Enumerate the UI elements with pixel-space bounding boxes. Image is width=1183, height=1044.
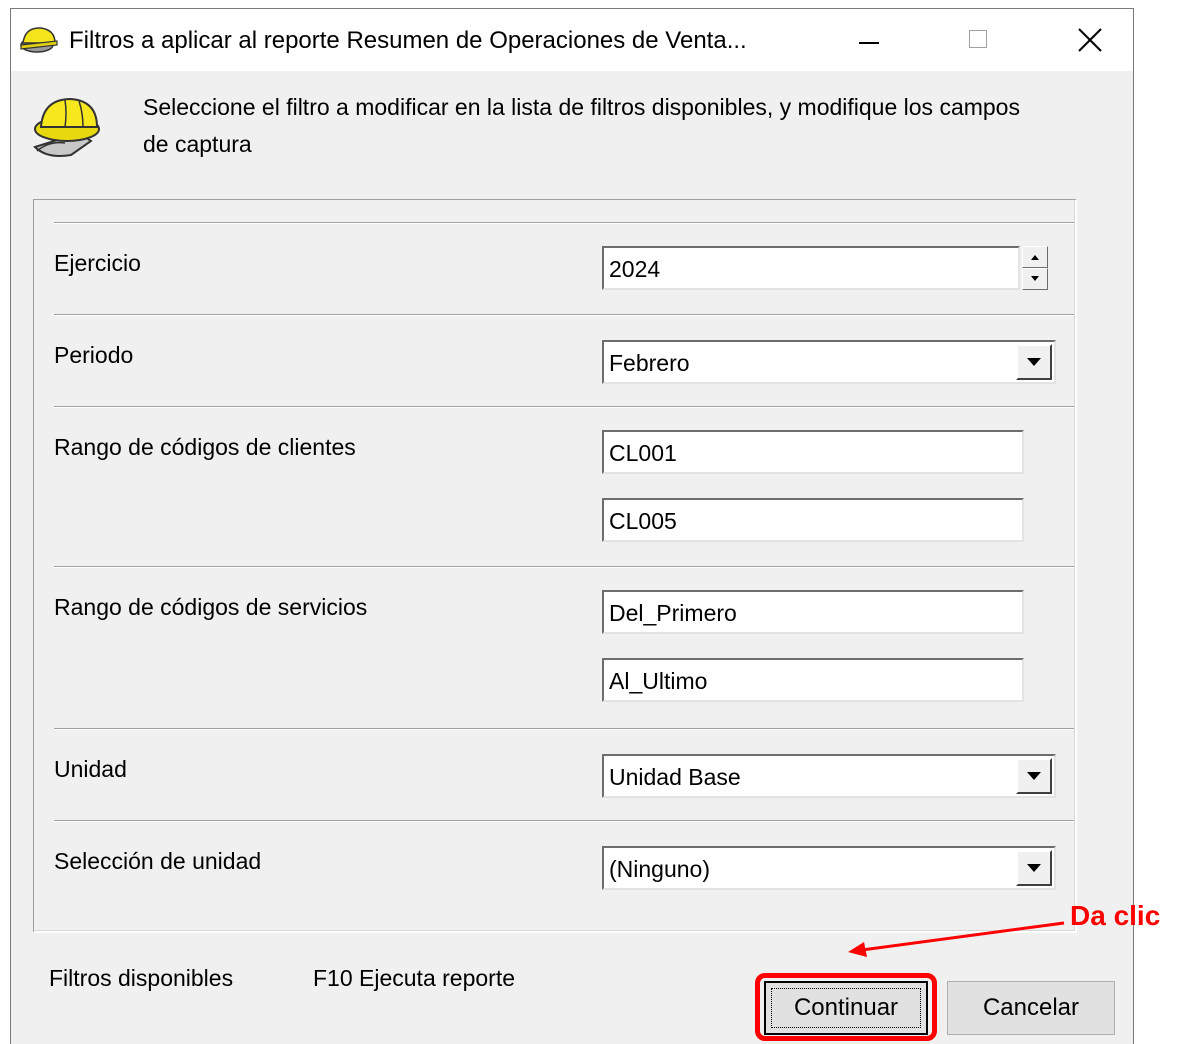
filtros-disponibles-text[interactable]: Filtros disponibles xyxy=(49,965,233,992)
unidad-value: Unidad Base xyxy=(609,764,741,790)
hardhat-icon xyxy=(33,97,100,157)
spin-down-button[interactable] xyxy=(1022,268,1048,290)
minimize-button[interactable] xyxy=(829,9,909,71)
instructions-text: Seleccione el filtro a modificar en la l… xyxy=(143,94,1020,157)
ejercicio-spinner[interactable] xyxy=(1022,246,1048,290)
chevron-down-icon xyxy=(1027,772,1041,780)
filters-panel: Ejercicio 2024 Periodo Febrero Rango de … xyxy=(33,199,1077,933)
separator xyxy=(54,314,1074,316)
servicios-to-field[interactable]: Al_Ultimo xyxy=(602,658,1024,702)
highlight-box xyxy=(755,973,937,1041)
ejercicio-label: Ejercicio xyxy=(54,250,141,276)
ejercicio-value: 2024 xyxy=(609,256,661,282)
servicios-to-value: Al_Ultimo xyxy=(609,668,708,694)
periodo-label: Periodo xyxy=(54,342,134,368)
f10-hint-text: F10 Ejecuta reporte xyxy=(313,965,516,991)
clientes-label: Rango de códigos de clientes xyxy=(54,434,356,460)
clientes-to-value: CL005 xyxy=(609,508,677,534)
servicios-from-value: Del_Primero xyxy=(609,600,737,626)
separator xyxy=(54,820,1074,822)
clientes-from-value: CL001 xyxy=(609,440,677,466)
separator xyxy=(54,566,1074,568)
chevron-down-icon xyxy=(1027,864,1041,872)
arrow-icon xyxy=(848,921,1065,957)
title-bar[interactable]: Filtros a aplicar al reporte Resumen de … xyxy=(11,9,1133,71)
clientes-from-field[interactable]: CL001 xyxy=(602,430,1024,474)
cancelar-button[interactable]: Cancelar xyxy=(947,981,1115,1035)
seleccion-unidad-dropdown-button[interactable] xyxy=(1016,850,1052,886)
chevron-down-icon xyxy=(1027,358,1041,366)
unidad-label: Unidad xyxy=(54,756,127,782)
close-icon xyxy=(1078,28,1102,52)
separator xyxy=(54,406,1074,408)
maximize-icon xyxy=(969,30,987,48)
maximize-button[interactable] xyxy=(939,9,1019,71)
periodo-value: Febrero xyxy=(609,350,690,376)
hardhat-icon xyxy=(20,27,58,53)
minimize-icon xyxy=(859,42,879,44)
servicios-from-field[interactable]: Del_Primero xyxy=(602,590,1024,634)
clientes-to-field[interactable]: CL005 xyxy=(602,498,1024,542)
seleccion-unidad-label: Selección de unidad xyxy=(54,848,262,874)
unidad-dropdown-button[interactable] xyxy=(1016,758,1052,794)
periodo-select[interactable]: Febrero xyxy=(602,340,1056,384)
dialog-window: Filtros a aplicar al reporte Resumen de … xyxy=(10,8,1134,1044)
spin-up-button[interactable] xyxy=(1022,246,1048,268)
separator xyxy=(54,222,1074,224)
cancelar-label: Cancelar xyxy=(982,994,1080,1021)
annotation-label: Da clic xyxy=(1070,900,1161,931)
periodo-dropdown-button[interactable] xyxy=(1016,344,1052,380)
spin-up-icon xyxy=(1031,255,1039,260)
separator xyxy=(54,728,1074,730)
seleccion-unidad-value: (Ninguno) xyxy=(609,856,710,882)
seleccion-unidad-select[interactable]: (Ninguno) xyxy=(602,846,1056,890)
window-title: Filtros a aplicar al reporte Resumen de … xyxy=(69,27,747,54)
ejercicio-field[interactable]: 2024 xyxy=(602,246,1020,290)
servicios-label: Rango de códigos de servicios xyxy=(54,594,368,620)
close-button[interactable] xyxy=(1049,9,1129,71)
spin-down-icon xyxy=(1031,276,1039,281)
unidad-select[interactable]: Unidad Base xyxy=(602,754,1056,798)
